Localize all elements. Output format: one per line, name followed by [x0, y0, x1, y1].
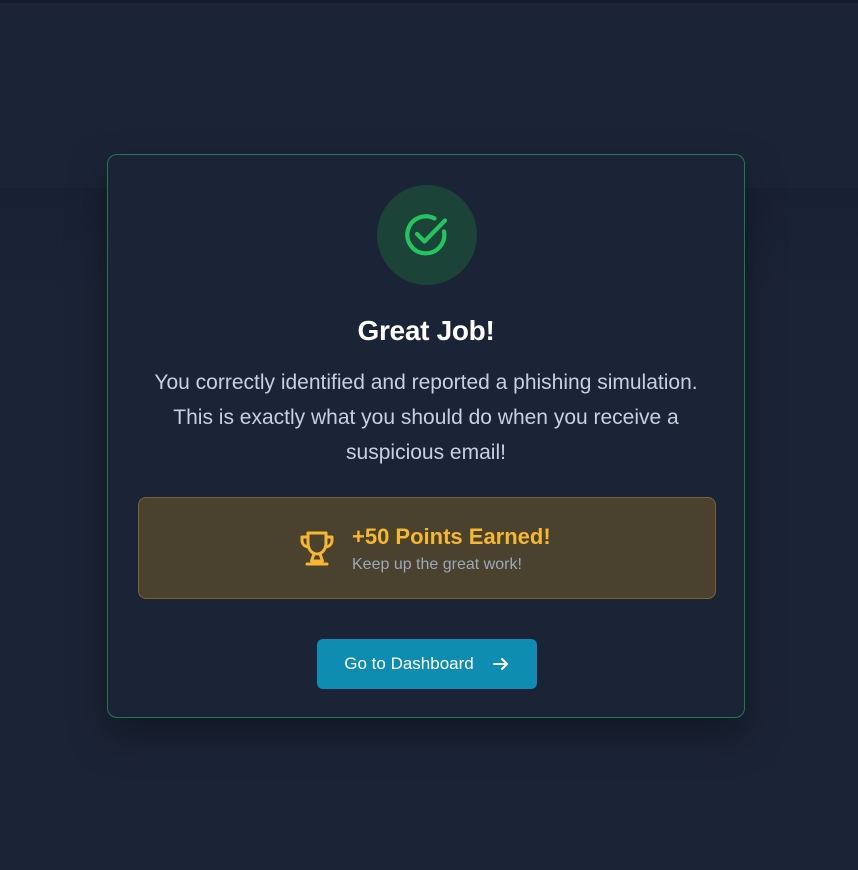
- go-to-dashboard-label: Go to Dashboard: [344, 654, 474, 673]
- success-modal: Great Job! You correctly identified and …: [107, 154, 745, 718]
- points-title: +50 Points Earned!: [352, 524, 551, 549]
- points-reward-box: +50 Points Earned! Keep up the great wor…: [138, 497, 716, 599]
- points-subtitle: Keep up the great work!: [352, 556, 522, 573]
- trophy-icon: [300, 531, 334, 566]
- modal-message: You correctly identified and reported a …: [154, 371, 698, 464]
- top-edge: [0, 0, 858, 3]
- success-badge: [377, 185, 477, 285]
- arrow-right-icon: [492, 658, 508, 670]
- modal-title: Great Job!: [357, 315, 495, 346]
- check-circle-icon: [405, 214, 448, 256]
- go-to-dashboard-button[interactable]: Go to Dashboard: [317, 639, 537, 689]
